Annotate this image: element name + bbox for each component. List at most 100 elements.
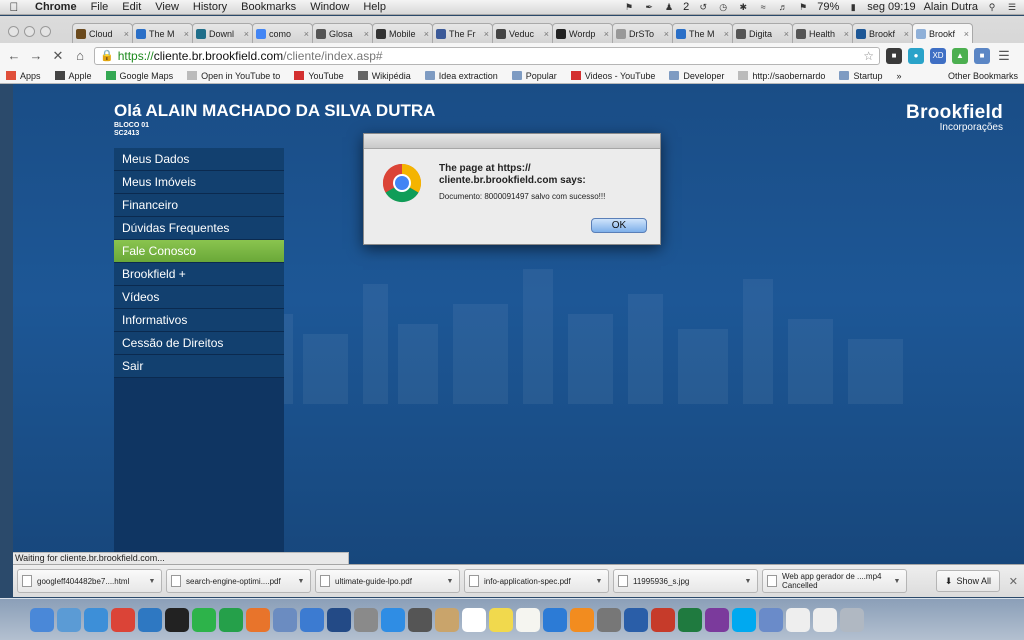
browser-tab[interactable]: Downl × <box>192 23 253 43</box>
calendar-icon[interactable] <box>462 607 486 632</box>
extension-icon[interactable]: ■ <box>974 47 990 64</box>
menu-app-chrome[interactable]: Chrome <box>28 1 84 13</box>
bookmark-folder[interactable]: Idea extraction <box>424 71 498 81</box>
extension-icon[interactable]: ■ <box>886 47 902 64</box>
flag-icon[interactable]: ⚑ <box>797 2 809 12</box>
document-icon[interactable] <box>786 607 810 632</box>
chevron-down-icon[interactable]: ▼ <box>445 578 455 585</box>
zoom-window-button[interactable] <box>40 26 51 37</box>
battery-percent[interactable]: 79% <box>817 1 839 13</box>
extension-icon[interactable]: XD <box>930 47 946 64</box>
lock-icon[interactable]: 🔒 <box>100 49 114 62</box>
home-icon[interactable]: ⌂ <box>72 48 88 63</box>
close-tab-icon[interactable]: × <box>844 29 849 39</box>
skype-icon[interactable] <box>732 607 756 632</box>
bookmarks-overflow[interactable]: » <box>896 71 901 81</box>
safari-icon[interactable] <box>84 607 108 632</box>
evernote-icon[interactable] <box>192 607 216 632</box>
word-icon[interactable] <box>624 607 648 632</box>
contacts-icon[interactable] <box>435 607 459 632</box>
user-name[interactable]: Alain Dutra <box>924 1 978 13</box>
side-menu-item[interactable]: Financeiro <box>114 194 284 217</box>
minimize-window-button[interactable] <box>24 26 35 37</box>
side-menu-item[interactable]: Fale Conosco <box>114 240 284 263</box>
browser-tab[interactable]: Glosa × <box>312 23 373 43</box>
powerpoint-icon[interactable] <box>651 607 675 632</box>
menu-view[interactable]: View <box>148 1 186 13</box>
close-tab-icon[interactable]: × <box>724 29 729 39</box>
keynote-icon[interactable] <box>300 607 324 632</box>
download-item[interactable]: 11995936_s.jpg ▼ <box>613 569 758 593</box>
dreamweaver-icon[interactable] <box>219 607 243 632</box>
ibooks-icon[interactable] <box>570 607 594 632</box>
trash-icon[interactable] <box>840 607 864 632</box>
close-tab-icon[interactable]: × <box>184 29 189 39</box>
bookmark-maps[interactable]: Google Maps <box>105 71 173 81</box>
xcode-icon[interactable] <box>138 607 162 632</box>
download-item[interactable]: Web app gerador de ....mp4 Cancelled ▼ <box>762 569 907 593</box>
wifi-icon[interactable]: ≈ <box>757 2 769 12</box>
bookmark-folder[interactable]: Developer <box>669 71 724 81</box>
stop-loading-icon[interactable]: ✕ <box>50 48 66 64</box>
browser-tab[interactable]: The M × <box>132 23 193 43</box>
side-menu-item[interactable]: Sair <box>114 355 284 378</box>
menu-bookmarks[interactable]: Bookmarks <box>234 1 303 13</box>
bookmark-youtube[interactable]: YouTube <box>294 71 344 81</box>
other-bookmarks[interactable]: Other Bookmarks <box>934 71 1018 81</box>
side-menu-item[interactable]: Meus Imóveis <box>114 171 284 194</box>
bookmark-wiki[interactable]: Wikipédia <box>357 71 411 81</box>
firefox-icon[interactable] <box>246 607 270 632</box>
browser-tab[interactable]: Brookf × <box>852 23 913 43</box>
app-icon[interactable] <box>354 607 378 632</box>
close-tab-icon[interactable]: × <box>484 29 489 39</box>
close-tab-icon[interactable]: × <box>364 29 369 39</box>
finder-icon[interactable] <box>30 607 54 632</box>
browser-tab[interactable]: Veduc × <box>492 23 553 43</box>
dialog-titlebar[interactable] <box>364 134 660 149</box>
bookmark-page[interactable]: Open in YouTube to <box>187 71 280 81</box>
browser-tab[interactable]: Digita × <box>732 23 793 43</box>
ok-button[interactable]: OK <box>591 218 647 233</box>
facetime-icon[interactable] <box>408 607 432 632</box>
forward-icon[interactable]: → <box>28 48 44 63</box>
side-menu-item[interactable]: Informativos <box>114 309 284 332</box>
close-tab-icon[interactable]: × <box>784 29 789 39</box>
mail-icon[interactable] <box>57 607 81 632</box>
browser-tab[interactable]: DrSTo × <box>612 23 673 43</box>
chevron-down-icon[interactable]: ▼ <box>296 578 306 585</box>
browser-tab[interactable]: Brookf × <box>912 23 973 44</box>
bookmark-youtube[interactable]: Videos - YouTube <box>570 71 655 81</box>
notification-center-icon[interactable]: ☰ <box>1006 2 1018 12</box>
browser-tab[interactable]: Wordp × <box>552 23 613 43</box>
brookfield-logo[interactable]: Brookfield Incorporações <box>906 102 1003 133</box>
onenote-icon[interactable] <box>705 607 729 632</box>
pen-icon[interactable]: ✒ <box>643 2 655 12</box>
browser-tab[interactable]: The Fr × <box>432 23 493 43</box>
person-icon[interactable]: ♟ <box>663 2 675 12</box>
bluetooth-icon[interactable]: ✱ <box>737 2 749 12</box>
side-menu-item[interactable]: Cessão de Direitos <box>114 332 284 355</box>
volume-icon[interactable]: ♬ <box>777 2 789 12</box>
bookmark-star-icon[interactable]: ☆ <box>863 49 874 63</box>
chevron-down-icon[interactable]: ▼ <box>594 578 604 585</box>
close-tab-icon[interactable]: × <box>964 29 969 39</box>
close-tab-icon[interactable]: × <box>664 29 669 39</box>
side-menu-item[interactable]: Meus Dados <box>114 148 284 171</box>
close-tab-icon[interactable]: × <box>424 29 429 39</box>
photoshop-icon[interactable] <box>327 607 351 632</box>
chevron-down-icon[interactable]: ▼ <box>147 578 157 585</box>
close-window-button[interactable] <box>8 26 19 37</box>
side-menu-item[interactable]: Vídeos <box>114 286 284 309</box>
menu-edit[interactable]: Edit <box>115 1 148 13</box>
bookmark-page[interactable]: http://saobernardo <box>738 71 825 81</box>
app-store-icon[interactable] <box>381 607 405 632</box>
excel-icon[interactable] <box>678 607 702 632</box>
side-menu-item[interactable]: Brookfield + <box>114 263 284 286</box>
close-tab-icon[interactable]: × <box>124 29 129 39</box>
bookmark-apple[interactable]: Apple <box>54 71 92 81</box>
address-bar[interactable]: 🔒 https:// cliente.br.brookfield.com /cl… <box>94 46 880 65</box>
preview-icon[interactable] <box>273 607 297 632</box>
browser-tab[interactable]: Health × <box>792 23 853 43</box>
notes-icon[interactable] <box>516 607 540 632</box>
spotlight-search-icon[interactable]: ⚲ <box>986 2 998 12</box>
